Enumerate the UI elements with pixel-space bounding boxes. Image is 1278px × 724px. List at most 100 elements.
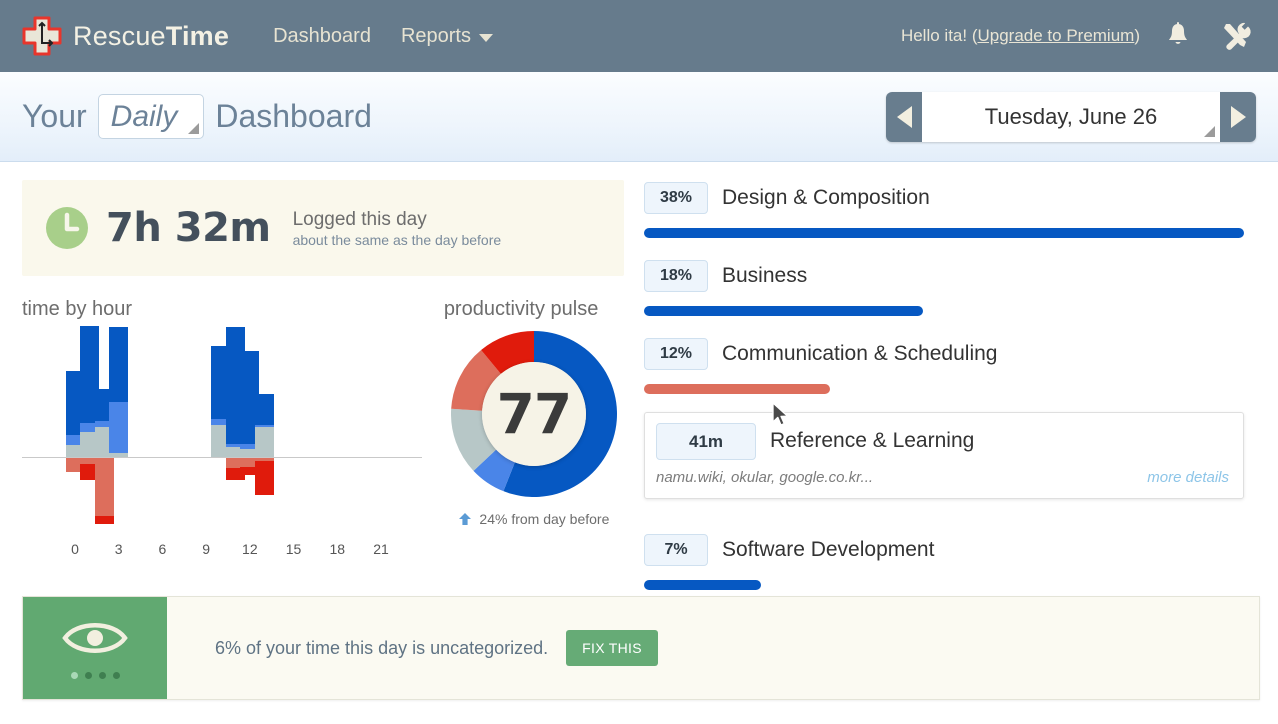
category-apps-list: namu.wiki, okular, google.co.kr... xyxy=(656,469,874,486)
primary-nav: Dashboard Reports xyxy=(273,25,493,48)
page-title: Your Daily Dashboard xyxy=(22,93,372,140)
logged-time-texts: Logged this day about the same as the da… xyxy=(293,208,502,248)
left-column: 7h 32m Logged this day about the same as… xyxy=(22,180,624,598)
category-list: 38% Design & Composition 18% Business 12… xyxy=(644,180,1244,598)
clock-icon xyxy=(44,205,90,251)
banner-message: 6% of your time this day is uncategorize… xyxy=(215,637,549,658)
category-row-business[interactable]: 18% Business xyxy=(644,258,1244,316)
notifications-button[interactable] xyxy=(1158,16,1198,56)
category-row-communication[interactable]: 12% Communication & Scheduling xyxy=(644,336,1244,394)
category-head: 7% Software Development xyxy=(644,532,1244,568)
triangle-left-icon xyxy=(896,105,912,128)
category-name: Business xyxy=(722,264,808,287)
productivity-score: 77 xyxy=(496,382,573,446)
time-by-hour-plot[interactable] xyxy=(22,326,422,531)
productivity-pulse-title: productivity pulse xyxy=(443,298,599,320)
hour-bar-segment xyxy=(109,453,129,457)
category-head: 38% Design & Composition xyxy=(644,180,1244,216)
productivity-pulse-chart: productivity pulse 77 24% from day befor… xyxy=(444,298,624,561)
corner-resize-triangle-icon xyxy=(1204,125,1215,137)
category-name: Software Development xyxy=(722,538,935,561)
next-day-button[interactable] xyxy=(1220,91,1256,142)
banner-dot[interactable] xyxy=(84,671,92,679)
banner-pagination-dots[interactable] xyxy=(70,671,120,679)
logged-time-subtitle: about the same as the day before xyxy=(292,231,502,248)
category-percent-chip: 7% xyxy=(644,534,708,566)
hour-axis-tick: 9 xyxy=(202,541,211,557)
hour-bar-segment xyxy=(94,516,114,524)
productivity-donut[interactable]: 77 xyxy=(450,331,617,497)
medical-cross-logo-icon xyxy=(20,14,64,58)
time-by-hour-x-axis: 0 3 6 9 12 15 18 21 xyxy=(22,541,422,561)
chevron-down-icon xyxy=(478,34,493,42)
corner-resize-triangle-icon xyxy=(188,123,200,135)
hour-bar-segment xyxy=(254,461,274,495)
category-head: 41m Reference & Learning xyxy=(656,422,1229,460)
hour-axis-tick: 21 xyxy=(373,541,389,557)
bell-icon xyxy=(1169,22,1187,44)
hour-axis-tick: 18 xyxy=(329,541,346,557)
hour-bar-segment xyxy=(94,458,114,516)
brand-name: RescueTime xyxy=(73,21,229,52)
hour-bar-positive xyxy=(254,394,274,457)
banner-dot[interactable] xyxy=(70,671,78,679)
hour-bar-segment xyxy=(254,427,274,457)
hour-axis-tick: 6 xyxy=(158,541,167,557)
nav-item-dashboard-label: Dashboard xyxy=(273,24,371,47)
productivity-pulse-footnote: 24% from day before xyxy=(444,511,624,527)
uncategorized-banner-wrap: 6% of your time this day is uncategorize… xyxy=(22,596,1260,700)
category-name: Reference & Learning xyxy=(770,429,975,452)
dashboard-subheader: Your Daily Dashboard Tuesday, June 26 xyxy=(0,72,1278,162)
more-details-link[interactable]: more details xyxy=(1147,469,1229,486)
banner-body: 6% of your time this day is uncategorize… xyxy=(167,597,1259,699)
eye-icon xyxy=(62,618,128,663)
hour-axis-tick: 0 xyxy=(71,541,79,557)
category-details-row: namu.wiki, okular, google.co.kr... more … xyxy=(656,469,1229,486)
banner-dot[interactable] xyxy=(112,671,120,679)
period-selector-value: Daily xyxy=(110,99,178,133)
nav-item-reports[interactable]: Reports xyxy=(401,25,493,48)
brand-name-first: Rescue xyxy=(73,20,166,51)
fix-this-button[interactable]: FIX THIS xyxy=(566,630,658,666)
time-by-hour-chart: time by hour 0 3 6 9 12 15 18 21 xyxy=(22,298,438,561)
greeting-prefix: Hello ita! ( xyxy=(900,26,978,45)
hour-bar-positive xyxy=(109,327,129,457)
charts-row: time by hour 0 3 6 9 12 15 18 21 productivity p… xyxy=(22,298,624,561)
nav-right-group: Hello ita! (Upgrade to Premium) xyxy=(901,16,1256,56)
hour-bar-negative xyxy=(94,458,114,524)
donut-center: 77 xyxy=(481,362,586,466)
nav-item-dashboard[interactable]: Dashboard xyxy=(273,25,371,48)
hour-axis-tick: 3 xyxy=(114,541,123,557)
hour-axis-tick: 15 xyxy=(285,541,302,557)
category-progress-bar xyxy=(644,306,923,316)
period-selector[interactable]: Daily xyxy=(97,93,205,140)
logged-time-value: 7h 32m xyxy=(106,205,271,251)
category-row-reference-hovered[interactable]: 41m Reference & Learning namu.wiki, okul… xyxy=(644,412,1244,499)
hour-axis-tick: 12 xyxy=(242,541,258,557)
greeting-suffix: ) xyxy=(1134,26,1140,45)
page-title-suffix: Dashboard xyxy=(215,98,372,134)
logged-time-title: Logged this day xyxy=(292,209,427,231)
upgrade-to-premium-link[interactable]: Upgrade to Premium xyxy=(977,26,1134,45)
category-name: Design & Composition xyxy=(722,186,930,209)
hour-bar-segment xyxy=(254,394,274,425)
category-time-chip: 41m xyxy=(656,422,756,460)
tools-icon xyxy=(1224,22,1251,50)
category-row-software[interactable]: 7% Software Development xyxy=(644,532,1244,590)
brand-logo[interactable]: RescueTime xyxy=(20,14,229,58)
category-percent-chip: 12% xyxy=(644,338,708,370)
category-percent-chip: 18% xyxy=(644,260,708,292)
logged-time-panel: 7h 32m Logged this day about the same as… xyxy=(22,180,624,276)
category-row-design[interactable]: 38% Design & Composition xyxy=(644,180,1244,238)
previous-day-button[interactable] xyxy=(886,91,922,142)
arrow-up-icon xyxy=(458,512,472,526)
banner-icon-panel xyxy=(23,597,167,699)
settings-button[interactable] xyxy=(1216,16,1256,56)
category-progress-bar xyxy=(644,228,1244,238)
category-percent-chip: 38% xyxy=(644,182,708,214)
date-label: Tuesday, June 26 xyxy=(984,103,1158,129)
banner-dot[interactable] xyxy=(98,671,106,679)
triangle-right-icon xyxy=(1230,105,1246,128)
date-display[interactable]: Tuesday, June 26 xyxy=(922,91,1220,142)
hour-bar-negative xyxy=(254,458,274,495)
